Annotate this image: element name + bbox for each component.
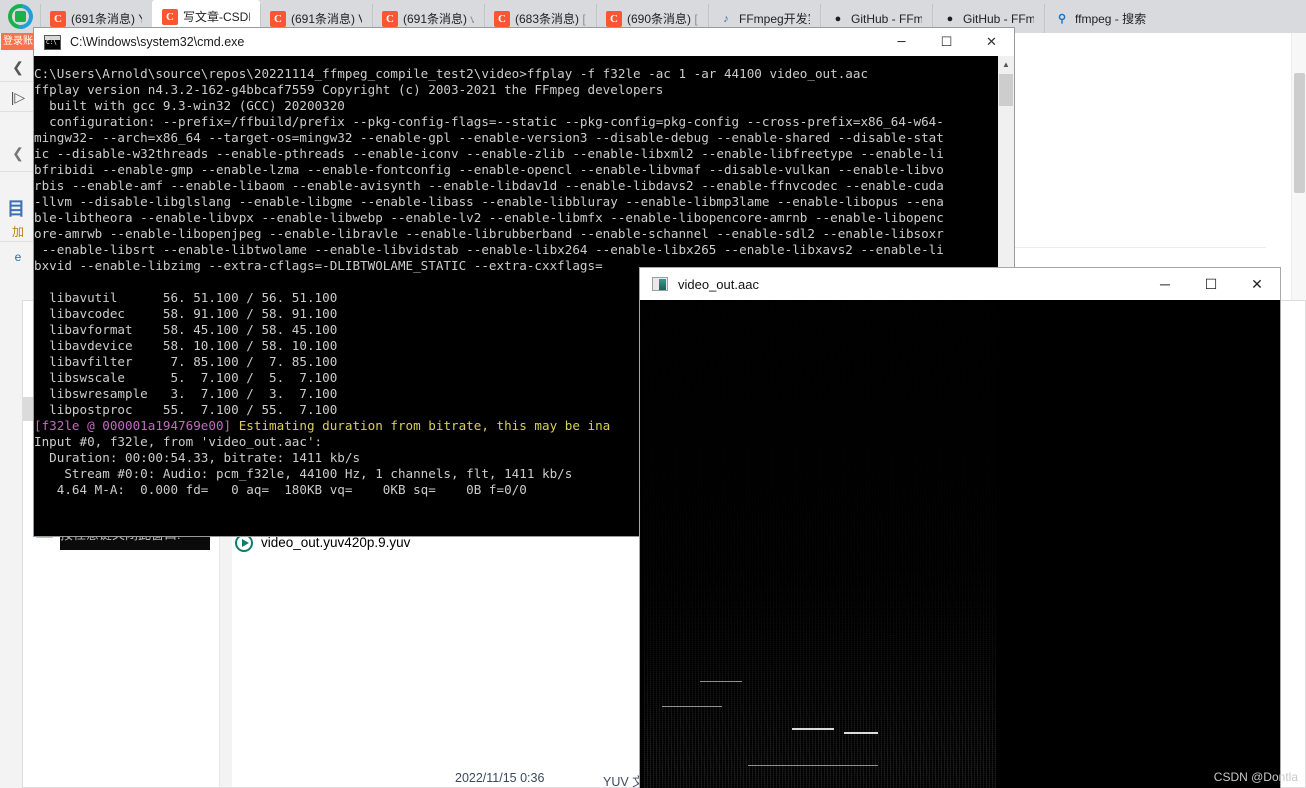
cmd-close-button[interactable]: ✕ [969,28,1014,56]
ffplay-maximize-button[interactable]: ☐ [1188,268,1234,300]
cmd-scroll-up-icon[interactable]: ▲ [998,56,1014,72]
cmd-line: rbis --enable-amf --enable-libaom --enab… [34,178,944,193]
ffplay-close-button[interactable]: ✕ [1234,268,1280,300]
screen-root: C (691条消息) YU C 写文章-CSDN博 C (691条消息) VS C (691条… [0,0,1306,788]
cmd-line: ore-amrwb --enable-libopenjpeg --enable-… [34,226,944,241]
ffplay-title-bar[interactable]: video_out.aac ─ ☐ ✕ [640,268,1280,300]
ffplay-window: video_out.aac ─ ☐ ✕ [640,268,1280,788]
browser-tab-label: 写文章-CSDN博 [183,10,250,24]
cmd-minimize-button[interactable]: ─ [879,28,924,56]
explorer-file-name: video_out.yuv420p.9.yuv [261,535,411,550]
cmd-line: mingw32- --arch=x86_64 --target-os=mingw… [34,130,944,145]
expand-panel-icon[interactable]: |▷ [6,85,30,109]
search-icon: ⚲ [1057,13,1067,25]
chevron-left-small-icon[interactable]: ❮ [6,141,30,165]
browser-tab-label: (690条消息) [ [627,12,698,26]
ffmpeg-icon: ♪ [723,12,729,25]
watermark-text: CSDN @Dontla [1213,770,1298,784]
panel-glyph-icon: 目 [7,199,25,219]
browser-tab-9[interactable]: ⚲ ffmpeg - 搜索 [1044,4,1166,33]
ffplay-title-text: video_out.aac [678,276,759,292]
browser-tab-label: (683条消息) [ [515,12,586,26]
csdn-icon: C [606,10,622,27]
csdn-icon: C [162,8,178,25]
browser-tab-label: (691条消息) vs [403,12,474,26]
add-label: 加 [11,224,24,239]
spectrogram-render [644,300,996,788]
github-icon: ● [946,12,954,25]
cmd-line: ble-libtheora --enable-libvpx --enable-l… [34,210,944,225]
cmd-line: configuration: --prefix=/ffbuild/prefix … [34,114,944,129]
cmd-line: built with gcc 9.3-win32 (GCC) 20200320 [34,98,345,113]
cmd-line: ffplay version n4.3.2-162-g4bbcaf7559 Co… [34,82,664,97]
cmd-warning-text: Estimating duration from bitrate, this m… [231,418,611,433]
browser-tab-label: (691条消息) VS [291,12,362,26]
browser-tab-label: ffmpeg - 搜索 [1075,12,1147,26]
csdn-icon: C [50,10,66,27]
cmd-title-text: C:\Windows\system32\cmd.exe [70,35,245,49]
browser-tab-label: FFmpeg开发实 [739,12,810,26]
cmd-context-tag: [f32le @ 000001a194769e00] [34,418,232,433]
ffplay-spectrogram-canvas[interactable] [640,300,1280,788]
cmd-line: bfribidi --enable-gmp --enable-lzma --en… [34,162,944,177]
github-icon: ● [834,12,842,25]
csdn-icon: C [494,10,510,27]
cmd-maximize-button[interactable]: ☐ [924,28,969,56]
csdn-icon: C [382,10,398,27]
browser-tab-label: GitHub - FFmp [851,11,922,26]
cmd-title-bar[interactable]: C:\Windows\system32\cmd.exe ─ ☐ ✕ [34,28,1014,56]
media-window-icon [652,277,668,291]
cmd-line: ic --disable-w32threads --enable-pthread… [34,146,944,161]
yuv-file-icon [235,533,253,552]
csdn-icon: C [270,10,286,27]
browser-tab-label: GitHub - FFmp [963,11,1034,26]
cmd-line: C:\Users\Arnold\source\repos\20221114_ff… [34,66,869,81]
login-badge[interactable]: 登录账 [1,33,35,50]
ffplay-minimize-button[interactable]: ─ [1142,268,1188,300]
browser-tab-label: (691条消息) YU [71,12,142,26]
cmd-line: -llvm --disable-libglslang --enable-libg… [34,194,944,209]
console-icon [44,34,61,50]
e-label: e [14,250,22,264]
chevron-left-icon[interactable]: ❮ [6,55,30,79]
cmd-line: --enable-libsrt --enable-libtwolame --en… [34,242,944,257]
file-date-cell: 2022/11/15 0:36 [455,771,545,785]
